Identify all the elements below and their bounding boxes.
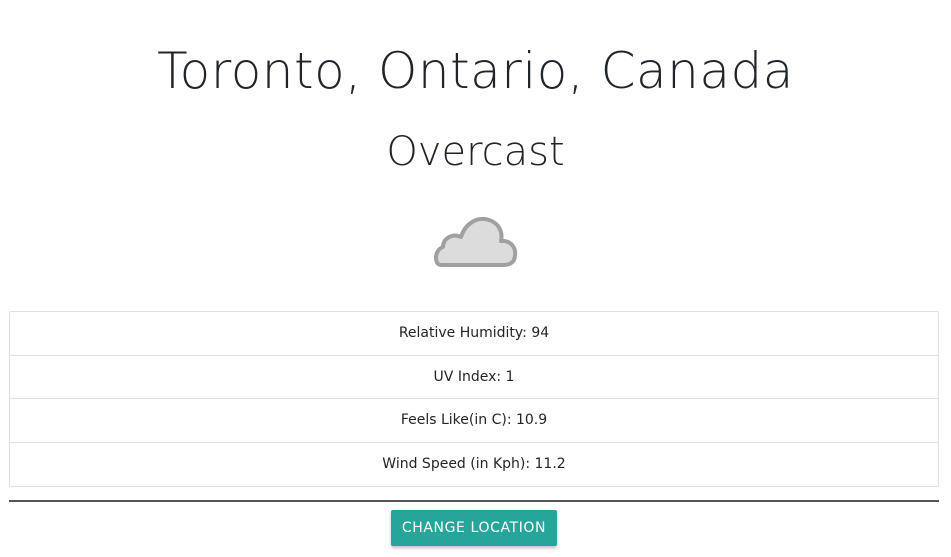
cloud-icon bbox=[434, 217, 518, 267]
detail-row-uv-index: UV Index: 1 bbox=[10, 356, 938, 399]
condition-title: Overcast bbox=[386, 129, 565, 176]
change-location-button[interactable]: Change Location bbox=[391, 510, 557, 546]
detail-row-feels-like: Feels Like(in C): 10.9 bbox=[10, 399, 938, 443]
location-title: Toronto, Ontario, Canada bbox=[157, 41, 794, 100]
divider bbox=[9, 500, 939, 502]
weather-page: Toronto, Ontario, Canada Overcast Relati… bbox=[0, 0, 951, 557]
detail-row-humidity: Relative Humidity: 94 bbox=[10, 312, 938, 356]
weather-details-table: Relative Humidity: 94 UV Index: 1 Feels … bbox=[9, 311, 939, 487]
detail-row-wind-speed: Wind Speed (in Kph): 11.2 bbox=[382, 456, 566, 473]
